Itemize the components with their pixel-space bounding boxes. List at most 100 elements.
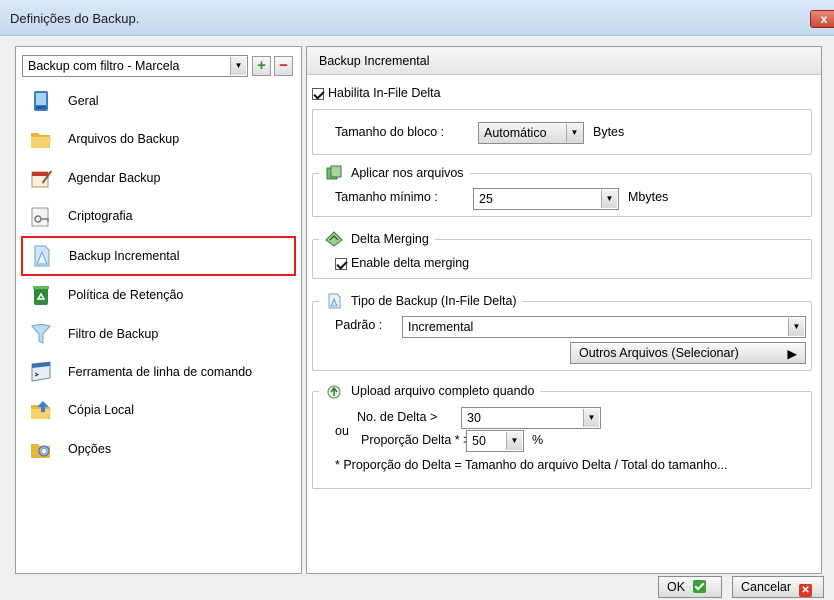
cancel-button[interactable]: Cancelar ✕: [732, 576, 824, 598]
min-size-label: Tamanho mínimo :: [335, 190, 438, 204]
chevron-down-icon[interactable]: ▼: [601, 190, 617, 208]
sidebar-item-geral[interactable]: Geral: [22, 83, 294, 119]
sidebar-item-agendar[interactable]: Agendar Backup: [22, 160, 294, 196]
delta-ratio-value: 50: [472, 434, 486, 448]
sidebar-item-label: Backup Incremental: [69, 249, 180, 263]
window-title: Definições do Backup.: [10, 11, 140, 26]
options-icon: [31, 444, 50, 458]
backup-type-group: Tipo de Backup (In-File Delta) Padrão : …: [312, 293, 812, 371]
backup-type-title: Tipo de Backup (In-File Delta): [351, 294, 517, 308]
backup-type-legend: Tipo de Backup (In-File Delta): [319, 293, 523, 309]
apply-files-title: Aplicar nos arquivos: [351, 166, 464, 180]
delta-count-select[interactable]: 30 ▼: [461, 407, 601, 429]
cancel-label: Cancelar: [741, 580, 792, 594]
settings-sidebar: Backup com filtro - Marcela ▼ + − Geral …: [15, 46, 302, 574]
delta-ratio-footnote: * Proporção do Delta = Tamanho do arquiv…: [335, 458, 728, 472]
delta-merging-icon: [325, 231, 343, 247]
delta-count-value: 30: [467, 411, 481, 425]
chevron-down-icon[interactable]: ▼: [230, 57, 246, 75]
chevron-down-icon[interactable]: ▼: [583, 409, 599, 427]
default-type-select[interactable]: Incremental ▼: [402, 316, 806, 338]
apply-files-group: Aplicar nos arquivos Tamanho mínimo : 25…: [312, 165, 812, 217]
sidebar-item-label: Agendar Backup: [68, 171, 161, 185]
delta-count-label: No. de Delta >: [357, 410, 438, 424]
delta-merging-legend: Delta Merging: [319, 231, 435, 247]
sidebar-item-arquivos[interactable]: Arquivos do Backup: [22, 121, 294, 157]
sidebar-item-label: Cópia Local: [68, 403, 135, 417]
upload-full-legend: Upload arquivo completo quando: [319, 383, 541, 399]
enable-infile-delta-label: Habilita In-File Delta: [328, 86, 441, 100]
sidebar-item-label: Ferramenta de linha de comando: [68, 365, 253, 379]
enable-infile-delta-checkbox[interactable]: Habilita In-File Delta: [312, 86, 441, 100]
close-icon: ✕: [799, 584, 813, 597]
ok-label: OK: [667, 580, 686, 594]
sidebar-item-criptografia[interactable]: Criptografia: [22, 198, 294, 234]
backup-profile-value: Backup com filtro - Marcela: [28, 59, 180, 73]
backup-type-icon: [328, 293, 341, 309]
enable-delta-merging-label: Enable delta merging: [351, 256, 470, 270]
general-icon: [34, 91, 48, 111]
sidebar-item-label: Geral: [68, 94, 99, 108]
filter-icon: [31, 324, 51, 344]
chevron-down-icon[interactable]: ▼: [788, 318, 804, 336]
other-files-button[interactable]: Outros Arquivos (Selecionar) ▶: [570, 342, 806, 364]
sidebar-item-politica-retencao[interactable]: Política de Retenção: [22, 277, 294, 313]
min-size-unit: Mbytes: [628, 190, 669, 204]
sidebar-item-backup-incremental[interactable]: Backup Incremental: [21, 236, 296, 276]
checkbox-icon[interactable]: [312, 87, 324, 100]
close-button[interactable]: x: [810, 10, 834, 28]
enable-delta-merging-checkbox[interactable]: Enable delta merging: [335, 256, 469, 270]
apply-files-icon: [326, 165, 342, 180]
or-label: ou: [335, 424, 349, 438]
title-bar: Definições do Backup. x: [0, 0, 834, 36]
upload-full-group: Upload arquivo completo quando ou No. de…: [312, 383, 812, 489]
block-size-label: Tamanho do bloco :: [335, 125, 445, 139]
chevron-down-icon[interactable]: ▼: [566, 124, 582, 142]
upload-icon: [327, 385, 341, 399]
minus-icon: −: [279, 57, 288, 74]
settings-content: Backup Incremental Habilita In-File Delt…: [306, 46, 822, 574]
sidebar-item-label: Filtro de Backup: [68, 327, 159, 341]
key-icon: [31, 207, 49, 227]
sidebar-item-copia-local[interactable]: Cópia Local: [22, 392, 294, 428]
panel-header: Backup Incremental: [307, 47, 821, 75]
sidebar-item-label: Política de Retenção: [68, 288, 184, 302]
min-size-value: 25: [479, 192, 493, 206]
delta-merging-title: Delta Merging: [351, 232, 429, 246]
sidebar-item-filtro[interactable]: Filtro de Backup: [22, 316, 294, 352]
calendar-icon: [31, 170, 52, 188]
apply-files-legend: Aplicar nos arquivos: [319, 165, 470, 181]
block-size-value: Automático: [484, 126, 547, 140]
add-profile-button[interactable]: +: [252, 56, 271, 76]
recycle-bin-icon: [33, 286, 49, 305]
delta-ratio-label: Proporção Delta * >: [361, 433, 471, 447]
default-type-label: Padrão :: [335, 318, 383, 332]
sidebar-item-linha-comando[interactable]: Ferramenta de linha de comando: [22, 354, 294, 390]
chevron-down-icon[interactable]: ▼: [506, 432, 522, 450]
delta-ratio-select[interactable]: 50 ▼: [466, 430, 524, 452]
checkbox-icon[interactable]: [335, 257, 347, 270]
default-type-value: Incremental: [408, 320, 474, 334]
plus-icon: +: [257, 57, 266, 74]
block-size-unit: Bytes: [593, 125, 625, 139]
upload-full-title: Upload arquivo completo quando: [351, 384, 535, 398]
folder-icon: [31, 133, 51, 148]
close-icon: x: [820, 12, 828, 26]
sidebar-item-label: Opções: [68, 442, 112, 456]
delta-ratio-unit: %: [532, 433, 544, 447]
check-icon: [693, 580, 707, 593]
triangle-right-icon: ▶: [787, 347, 797, 361]
incremental-icon: [34, 245, 50, 267]
ok-button[interactable]: OK: [658, 576, 722, 598]
local-copy-icon: [31, 401, 51, 419]
backup-profile-select[interactable]: Backup com filtro - Marcela ▼: [22, 55, 248, 77]
command-line-icon: [31, 361, 51, 382]
remove-profile-button[interactable]: −: [274, 56, 293, 76]
min-size-select[interactable]: 25 ▼: [473, 188, 619, 210]
delta-merging-group: Delta Merging Enable delta merging: [312, 231, 812, 279]
block-size-group: Tamanho do bloco : Automático ▼ Bytes: [312, 109, 812, 155]
other-files-label: Outros Arquivos (Selecionar): [579, 346, 739, 360]
sidebar-item-label: Arquivos do Backup: [68, 132, 180, 146]
sidebar-item-opcoes[interactable]: Opções: [22, 431, 294, 467]
block-size-select[interactable]: Automático ▼: [478, 122, 584, 144]
